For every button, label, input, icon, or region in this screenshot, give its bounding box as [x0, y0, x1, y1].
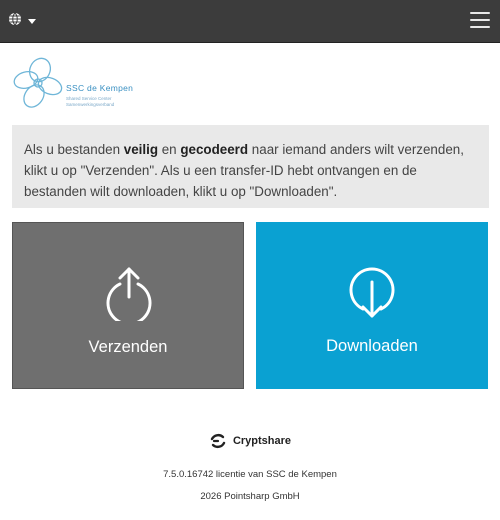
- top-navbar: [0, 0, 500, 43]
- download-icon: [349, 267, 395, 318]
- language-selector[interactable]: [8, 12, 36, 31]
- ssc-logo: SSC de Kempen Shared Service Center Same…: [12, 56, 142, 110]
- upload-icon: [106, 267, 152, 321]
- emphasis-veilig: veilig: [123, 142, 159, 157]
- chevron-down-icon: [28, 18, 36, 24]
- logo-subtitle: Shared Service Center Samenwerkingsverba…: [66, 96, 115, 107]
- cryptshare-logo-icon: [210, 434, 226, 448]
- info-message: Als u bestanden veilig en gecodeerd naar…: [12, 125, 489, 208]
- cryptshare-brand: Cryptshare: [0, 431, 500, 451]
- copyright-text: 2026 Pointsharp GmbH: [200, 491, 300, 502]
- hamburger-menu-icon[interactable]: [470, 12, 490, 28]
- download-button[interactable]: Downloaden: [256, 222, 488, 389]
- emphasis-gecodeerd: gecodeerd: [180, 142, 249, 157]
- send-button[interactable]: Verzenden: [12, 222, 244, 389]
- ssc-logo-mark: [13, 57, 63, 108]
- cryptshare-name: Cryptshare: [232, 435, 292, 447]
- download-label: Downloaden: [326, 337, 418, 355]
- globe-icon: [8, 12, 22, 31]
- logo-name: SSC de Kempen: [66, 83, 134, 93]
- send-label: Verzenden: [88, 338, 168, 356]
- license-text: 7.5.0.16742 licentie van SSC de Kempen: [163, 469, 337, 480]
